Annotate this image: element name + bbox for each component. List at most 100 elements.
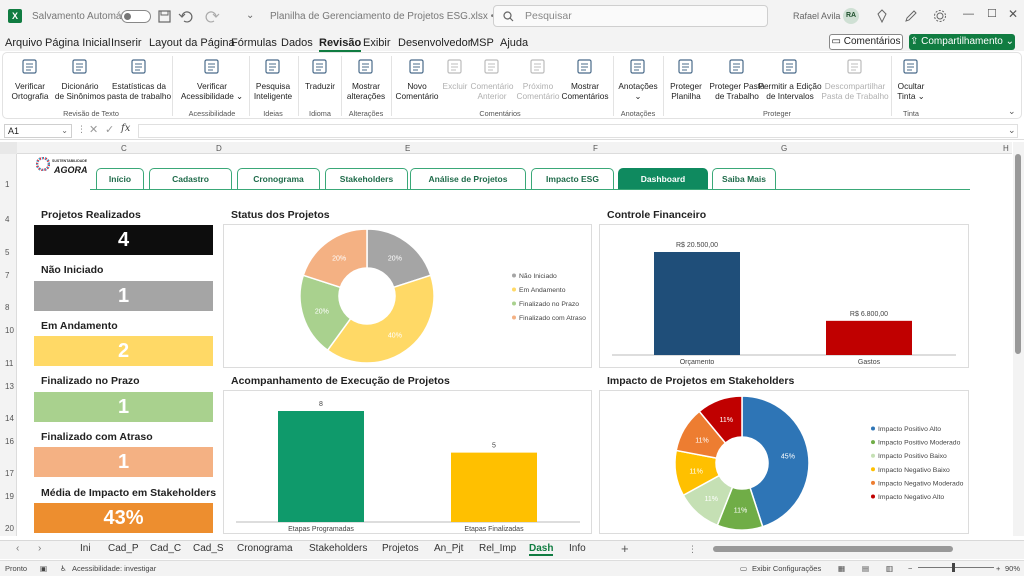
status-accessibility[interactable]: Acessibilidade: investigar [72,564,156,573]
row-header[interactable]: 5 [5,248,9,257]
minimize-icon[interactable]: — [963,8,974,20]
pen-icon[interactable] [904,9,918,23]
sheet-tab-cad_s[interactable]: Cad_S [193,543,224,554]
formula-expand-icon[interactable]: ⌄ [1008,125,1016,136]
row-header[interactable]: 20 [5,524,14,533]
nav-tab-cronograma[interactable]: Cronograma [237,168,320,189]
close-icon[interactable]: ✕ [1008,7,1018,21]
horizontal-scroll-thumb[interactable] [713,546,953,552]
menu-exibir[interactable]: Exibir [363,37,391,49]
name-box-dropdown-icon[interactable]: ⌄ [61,125,68,137]
menu-layout[interactable]: Layout da Página [149,37,235,49]
menu-dados[interactable]: Dados [281,37,313,49]
row-header[interactable]: 13 [5,382,14,391]
undo-icon[interactable] [178,10,194,23]
nav-tab-saiba-mais[interactable]: Saiba Mais [712,168,776,189]
nav-tab-dashboard[interactable]: Dashboard [618,168,708,189]
menu-ajuda[interactable]: Ajuda [500,37,528,49]
confirm-formula-icon[interactable]: ✓ [105,123,114,136]
ribbon-collapse-icon[interactable]: ⌄ [1008,106,1016,117]
redo-icon[interactable] [204,10,220,23]
share-button[interactable]: ⇪ Compartilhamento ⌄ [909,34,1015,50]
sheet-tab-projetos[interactable]: Projetos [382,543,419,554]
zoom-level[interactable]: 90% [1005,564,1020,573]
select-all-corner[interactable] [0,142,17,154]
chart-status-panel[interactable]: 20% 40% 20% 20% Não Iniciado Em Andamento Fina… [223,224,592,368]
column-header[interactable]: F [593,144,598,153]
insert-function-icon[interactable]: fx [121,123,130,134]
page-break-icon[interactable]: ▥ [886,564,893,573]
sheet-tab-rel_imp[interactable]: Rel_Imp [479,543,516,554]
sheet-tab-stakeholders[interactable]: Stakeholders [309,543,367,554]
sheet-tab-ini[interactable]: Ini [80,543,91,554]
macro-record-icon[interactable]: ▣ [40,564,47,573]
bar[interactable] [451,452,537,522]
row-header[interactable]: 17 [5,469,14,478]
sheet-tab-dash[interactable]: Dash [529,543,554,556]
zoom-in-icon[interactable]: + [996,564,1000,573]
menu-arquivo[interactable]: Arquivo [5,37,42,49]
nav-tab-cadastro[interactable]: Cadastro [149,168,232,189]
cancel-formula-icon[interactable]: ✕ [89,123,98,136]
next-sheet-icon[interactable]: › [38,543,41,554]
nav-tab-analise-projetos[interactable]: Análise de Projetos [410,168,526,189]
menu-inserir[interactable]: Inserir [111,37,142,49]
maximize-icon[interactable]: ☐ [987,7,997,20]
qat-more-icon[interactable]: ⌄ [246,10,254,21]
zoom-slider-thumb[interactable] [952,563,955,572]
row-header[interactable]: 16 [5,437,14,446]
bar[interactable] [654,252,740,355]
search-box[interactable]: Pesquisar [493,5,768,27]
row-header[interactable]: 7 [5,271,9,280]
column-header[interactable]: E [405,144,410,153]
menu-revisao[interactable]: Revisão [319,37,362,52]
zoom-slider[interactable] [918,563,994,572]
row-header[interactable]: 8 [5,303,9,312]
name-box[interactable]: A1 ⌄ [4,124,72,138]
bar[interactable] [826,320,912,355]
diamond-icon[interactable] [875,9,889,23]
nav-tab-stakeholders[interactable]: Stakeholders [325,168,408,189]
add-sheet-icon[interactable]: + [621,541,629,556]
vertical-scroll-thumb[interactable] [1015,154,1021,354]
hideink-button[interactable]: Ocultar Tinta ⌄ [871,81,951,101]
menu-formulas[interactable]: Fórmulas [231,37,277,49]
nav-tab-impacto-esg[interactable]: Impacto ESG [531,168,614,189]
zoom-out-icon[interactable]: − [908,564,912,573]
row-header[interactable]: 10 [5,326,14,335]
sheet-tab-cronograma[interactable]: Cronograma [237,543,293,554]
page-layout-icon[interactable]: ▤ [862,564,869,573]
sheet-tab-cad_p[interactable]: Cad_P [108,543,139,554]
row-header[interactable]: 14 [5,414,14,423]
row-header[interactable]: 11 [5,359,13,368]
column-header[interactable]: D [216,144,222,153]
chart-stakeholders-panel[interactable]: 45% 11% 11% 11% 11% 11% Impacto Positivo Alto I… [599,390,969,534]
formula-input[interactable] [138,124,1018,138]
prev-sheet-icon[interactable]: ‹ [16,543,19,554]
autosave-toggle[interactable] [121,10,151,23]
avatar[interactable]: RA [843,8,859,24]
comments-button[interactable]: ▭ Comentários [829,34,903,50]
row-header[interactable]: 19 [5,492,14,501]
menu-msp[interactable]: MSP [470,37,494,49]
horizontal-scrollbar[interactable] [703,546,1003,552]
normal-view-icon[interactable]: ▦ [838,564,845,573]
nav-tab-inicio[interactable]: Início [96,168,144,189]
menu-pagina-inicial[interactable]: Página Inicial [45,37,110,49]
status-display-settings[interactable]: Exibir Configurações [752,564,821,573]
settings-icon[interactable] [933,9,947,23]
row-header[interactable]: 4 [5,215,9,224]
chart-execucao-panel[interactable]: 8 Etapas Programadas 5 Etapas Finalizadas [223,390,592,534]
row-header[interactable]: 1 [5,180,9,189]
sheet-tab-cad_c[interactable]: Cad_C [150,543,181,554]
sheet-tab-info[interactable]: Info [569,543,586,554]
menu-desenvolvedor[interactable]: Desenvolvedor [398,37,471,49]
column-header[interactable]: H [1003,144,1009,153]
sheet-options-icon[interactable]: ⋮ [688,544,697,555]
bar[interactable] [278,411,364,522]
chart-financeiro-panel[interactable]: R$ 20.500,00 Orçamento R$ 6.800,00 Gastos [599,224,969,368]
sheet-tab-an_pjt[interactable]: An_Pjt [434,543,463,554]
column-header[interactable]: C [121,144,127,153]
formula-more-icon[interactable]: ⋮ [77,124,86,135]
column-header[interactable]: G [781,144,787,153]
